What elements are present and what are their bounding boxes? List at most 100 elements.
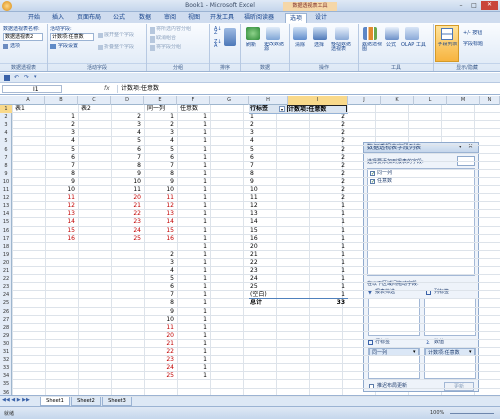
row-header-18[interactable]: 18 [0,243,12,251]
column-header-h[interactable]: H [249,96,288,105]
row-header-30[interactable]: 30 [0,340,12,348]
clear-button[interactable]: 清除 [295,42,305,49]
collapse-field-button[interactable]: 折叠整个字段 [104,44,134,51]
clear-icon[interactable] [293,27,307,40]
column-header-n[interactable]: N [480,96,500,105]
row-header-27[interactable]: 27 [0,316,12,324]
move-pivot-icon[interactable] [335,27,349,40]
column-header-g[interactable]: G [210,96,249,105]
column-header-c[interactable]: C [78,96,111,105]
office-button[interactable] [2,1,12,11]
update-button[interactable]: 更新 [444,382,474,391]
sort-za-icon[interactable]: Z↓ A [214,40,222,49]
plus-minus-buttons-toggle[interactable]: +/- 按钮 [463,30,482,37]
tab-options[interactable]: 选项 [285,13,307,23]
column-header-i[interactable]: I [288,96,348,105]
pivot-options-button[interactable]: 选项 [10,43,20,50]
column-header-k[interactable]: K [381,96,414,105]
select-icon[interactable] [313,27,327,40]
row-header-20[interactable]: 20 [0,259,12,267]
value-field-dropdown-icon[interactable]: ▾ [469,349,472,355]
row-field-dropdown-icon[interactable]: ▾ [413,349,416,355]
olap-tools-icon[interactable] [405,27,419,40]
column-header-b[interactable]: B [45,96,78,105]
row-header-33[interactable]: 33 [0,364,12,372]
formulas-icon[interactable] [385,27,399,40]
customize-qat-icon[interactable]: ▾ [34,74,37,80]
minimize-button[interactable]: – [455,2,467,10]
row-header-16[interactable]: 16 [0,227,12,235]
zoom-slider[interactable] [450,413,494,414]
change-source-button[interactable]: 更改数据源 [264,42,286,52]
column-header-f[interactable]: F [177,96,210,105]
name-box[interactable]: I1 [2,85,62,93]
sheet-tab-1[interactable]: Sheet1 [40,396,70,406]
column-header-a[interactable]: A [12,96,45,105]
fx-icon[interactable]: fx [104,85,110,92]
close-button[interactable]: ✕ [481,1,498,10]
maximize-button[interactable]: □ [468,2,480,10]
row-label-filter-icon[interactable]: ▾ [279,106,285,112]
tab-foxit[interactable]: 福昕阅读器 [241,13,277,23]
row-header-12[interactable]: 12 [0,194,12,202]
pivot-chart-icon[interactable] [363,27,377,40]
row-header-6[interactable]: 6 [0,146,12,154]
ungroup-button[interactable]: 取消组合 [156,35,176,42]
change-source-icon[interactable] [266,27,280,40]
tab-page-layout[interactable]: 页面布局 [73,13,105,23]
sheet-nav-first-icon[interactable]: ◀◀ ◀ ▶ ▶▶ [2,397,30,403]
field-name-any-num[interactable]: 任意数 [377,178,392,185]
pivot-chart-button[interactable]: 数据透视图 [362,42,382,52]
row-header-10[interactable]: 10 [0,178,12,186]
group-selection-button[interactable]: 将所选内容分组 [156,26,191,33]
row-header-5[interactable]: 5 [0,137,12,145]
row-header-14[interactable]: 14 [0,210,12,218]
row-header-23[interactable]: 23 [0,283,12,291]
row-header-2[interactable]: 2 [0,113,12,121]
sort-icon[interactable] [224,28,236,46]
sheet-tab-3[interactable]: Sheet3 [102,396,132,406]
tab-developer[interactable]: 开发工具 [207,13,237,23]
column-header-d[interactable]: D [111,96,144,105]
row-header-15[interactable]: 15 [0,218,12,226]
row-header-22[interactable]: 22 [0,275,12,283]
active-field-input[interactable]: 计数项:任意数 [50,33,94,41]
tab-home[interactable]: 开始 [23,13,45,23]
row-header-1[interactable]: 1 [0,105,12,113]
tab-insert[interactable]: 插入 [48,13,68,23]
select-button[interactable]: 选择 [314,42,324,49]
refresh-icon[interactable] [246,27,260,40]
group-field-button[interactable]: 将字段分组 [156,44,181,51]
row-header-19[interactable]: 19 [0,251,12,259]
row-header-4[interactable]: 4 [0,129,12,137]
row-header-17[interactable]: 17 [0,235,12,243]
tab-review[interactable]: 审阅 [159,13,181,23]
row-header-28[interactable]: 28 [0,324,12,332]
row-header-21[interactable]: 21 [0,267,12,275]
column-header-m[interactable]: M [447,96,480,105]
column-header-j[interactable]: J [348,96,381,105]
formulas-button[interactable]: 公式 [386,42,396,49]
olap-tools-button[interactable]: OLAP 工具 [401,42,426,49]
refresh-button[interactable]: 刷新 [246,42,256,49]
field-checkbox-any-num[interactable]: ✓ [370,179,375,185]
row-header-9[interactable]: 9 [0,170,12,178]
zoom-level[interactable]: 100% [430,410,444,416]
row-header-31[interactable]: 31 [0,348,12,356]
formula-input[interactable]: 计数项:任意数 [117,85,497,93]
tab-view[interactable]: 视图 [183,13,205,23]
move-pivot-button[interactable]: 移动数据透视表 [331,42,355,52]
expand-field-button[interactable]: 展开整个字段 [104,32,134,39]
undo-icon[interactable]: ↶ [14,74,19,81]
sort-az-icon[interactable]: A↓ Z [214,27,222,36]
row-header-13[interactable]: 13 [0,202,12,210]
row-header-34[interactable]: 34 [0,372,12,380]
pivot-name-input[interactable]: 数据透视表2 [3,33,43,41]
save-icon[interactable] [4,75,10,81]
column-header-e[interactable]: E [144,96,177,105]
row-header-32[interactable]: 32 [0,356,12,364]
field-settings-button[interactable]: 字段设置 [58,43,78,50]
row-header-24[interactable]: 24 [0,291,12,299]
row-header-26[interactable]: 26 [0,308,12,316]
row-header-25[interactable]: 25 [0,299,12,307]
